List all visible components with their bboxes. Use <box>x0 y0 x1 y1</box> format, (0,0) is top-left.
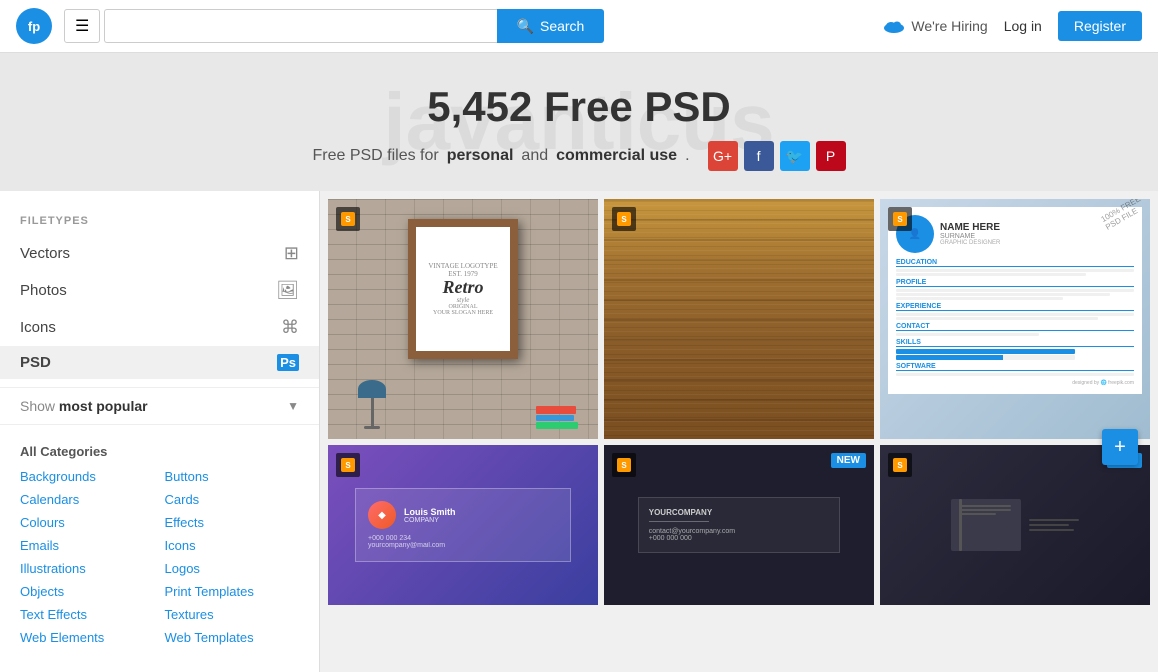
category-illustrations[interactable]: Illustrations <box>20 558 155 579</box>
category-icons[interactable]: Icons <box>165 535 300 556</box>
vectors-label: Vectors <box>20 245 70 262</box>
cloud-icon <box>883 18 905 34</box>
photos-label: Photos <box>20 282 67 299</box>
category-logos[interactable]: Logos <box>165 558 300 579</box>
svg-text:fp: fp <box>28 19 40 34</box>
sidebar-item-icons[interactable]: Icons ⌘ <box>0 309 319 346</box>
category-objects[interactable]: Objects <box>20 581 155 602</box>
new-badge-5: NEW <box>831 453 866 468</box>
hero-subtitle-commercial: commercial use <box>556 147 677 165</box>
image-placeholder-3: 100% FREEPSD FILE 👤 NAME HERE SURNAME GR… <box>880 199 1150 439</box>
category-web-templates[interactable]: Web Templates <box>165 627 300 648</box>
show-popular-dropdown[interactable]: Show most popular ▼ <box>0 387 319 425</box>
login-link[interactable]: Log in <box>1004 18 1042 34</box>
image-placeholder-2 <box>604 199 874 439</box>
category-colours[interactable]: Colours <box>20 512 155 533</box>
search-bar: 🔍 Search <box>104 9 604 43</box>
source-badge-4: S <box>336 453 360 477</box>
image-placeholder-5: YOURCOMPANY contact@yourcompany.com +000… <box>604 445 874 605</box>
google-plus-icon[interactable]: G+ <box>708 141 738 171</box>
twitter-icon[interactable]: 🐦 <box>780 141 810 171</box>
category-emails[interactable]: Emails <box>20 535 155 556</box>
sidebar-item-photos[interactable]: Photos 🖼 <box>0 272 319 309</box>
register-button[interactable]: Register <box>1058 11 1142 41</box>
search-input[interactable] <box>104 9 496 43</box>
image-card-5[interactable]: YOURCOMPANY contact@yourcompany.com +000… <box>604 445 874 605</box>
sidebar-item-psd[interactable]: PSD Ps <box>0 346 319 379</box>
image-placeholder-6 <box>880 445 1150 605</box>
freepik-logo-icon: fp <box>16 8 52 44</box>
svg-text:S: S <box>345 215 351 224</box>
source-badge-1: S <box>336 207 360 231</box>
images-grid: VINTAGE LOGOTYPE EST. 1979 Retro style O… <box>328 199 1150 605</box>
hero-subtitle-end: . <box>685 147 689 165</box>
search-icon: 🔍 <box>517 18 534 35</box>
hero-title: 5,452 Free PSD <box>20 83 1138 131</box>
hero-subtitle-start: Free PSD files for <box>312 147 438 165</box>
source-badge-5: S <box>612 453 636 477</box>
show-label: Show <box>20 398 55 414</box>
image-card-4[interactable]: ◆ Louis Smith COMPANY +000 000 234 yourc… <box>328 445 598 605</box>
category-backgrounds[interactable]: Backgrounds <box>20 466 155 487</box>
hero-subtitle-personal: personal <box>447 147 514 165</box>
image-placeholder-1: VINTAGE LOGOTYPE EST. 1979 Retro style O… <box>328 199 598 439</box>
source-badge-3: S <box>888 207 912 231</box>
svg-text:S: S <box>897 215 903 224</box>
social-icons: G+ f 🐦 P <box>708 141 846 171</box>
category-textures[interactable]: Textures <box>165 604 300 625</box>
header-right: We're Hiring Log in Register <box>883 11 1142 41</box>
sidebar: FILETYPES Vectors ⊞ Photos 🖼 Icons ⌘ PSD… <box>0 191 320 672</box>
popular-label: most popular <box>59 398 148 414</box>
svg-text:S: S <box>621 461 627 470</box>
category-web-elements[interactable]: Web Elements <box>20 627 155 648</box>
image-placeholder-4: ◆ Louis Smith COMPANY +000 000 234 yourc… <box>328 445 598 605</box>
icons-icon: ⌘ <box>281 317 299 338</box>
pinterest-icon[interactable]: P <box>816 141 846 171</box>
category-text-effects[interactable]: Text Effects <box>20 604 155 625</box>
logo[interactable]: fp <box>16 8 52 44</box>
image-card-1[interactable]: VINTAGE LOGOTYPE EST. 1979 Retro style O… <box>328 199 598 439</box>
hiring-label: We're Hiring <box>911 18 987 34</box>
category-buttons[interactable]: Buttons <box>165 466 300 487</box>
source-badge-2: S <box>612 207 636 231</box>
hero-section: javanticus 5,452 Free PSD Free PSD files… <box>0 53 1158 191</box>
image-card-6[interactable]: S NEW <box>880 445 1150 605</box>
float-add-button[interactable]: + <box>1102 429 1138 465</box>
header: fp ☰ 🔍 Search We're Hiring Log in Regist… <box>0 0 1158 53</box>
category-calendars[interactable]: Calendars <box>20 489 155 510</box>
svg-text:S: S <box>897 461 903 470</box>
image-card-2[interactable]: S <box>604 199 874 439</box>
main-layout: FILETYPES Vectors ⊞ Photos 🖼 Icons ⌘ PSD… <box>0 191 1158 672</box>
icons-label: Icons <box>20 319 56 336</box>
sidebar-item-vectors[interactable]: Vectors ⊞ <box>0 235 319 272</box>
psd-label: PSD <box>20 354 51 371</box>
content-area: VINTAGE LOGOTYPE EST. 1979 Retro style O… <box>320 191 1158 672</box>
hiring-link[interactable]: We're Hiring <box>883 18 987 34</box>
category-print-templates[interactable]: Print Templates <box>165 581 300 602</box>
search-button[interactable]: 🔍 Search <box>497 9 605 43</box>
hamburger-button[interactable]: ☰ <box>64 9 100 43</box>
category-all[interactable]: All Categories <box>20 441 299 464</box>
photos-icon: 🖼 <box>276 280 299 301</box>
category-cards[interactable]: Cards <box>165 489 300 510</box>
svg-text:S: S <box>621 215 627 224</box>
filetypes-section-title: FILETYPES <box>0 207 319 235</box>
chevron-down-icon: ▼ <box>287 399 299 413</box>
category-effects[interactable]: Effects <box>165 512 300 533</box>
hero-subtitle: Free PSD files for personal and commerci… <box>20 141 1138 171</box>
facebook-icon[interactable]: f <box>744 141 774 171</box>
vectors-icon: ⊞ <box>284 243 299 264</box>
source-badge-6: S <box>888 453 912 477</box>
svg-text:S: S <box>345 461 351 470</box>
hero-subtitle-middle: and <box>521 147 548 165</box>
search-button-label: Search <box>540 18 584 34</box>
psd-icon: Ps <box>277 354 299 371</box>
image-card-3[interactable]: 100% FREEPSD FILE 👤 NAME HERE SURNAME GR… <box>880 199 1150 439</box>
